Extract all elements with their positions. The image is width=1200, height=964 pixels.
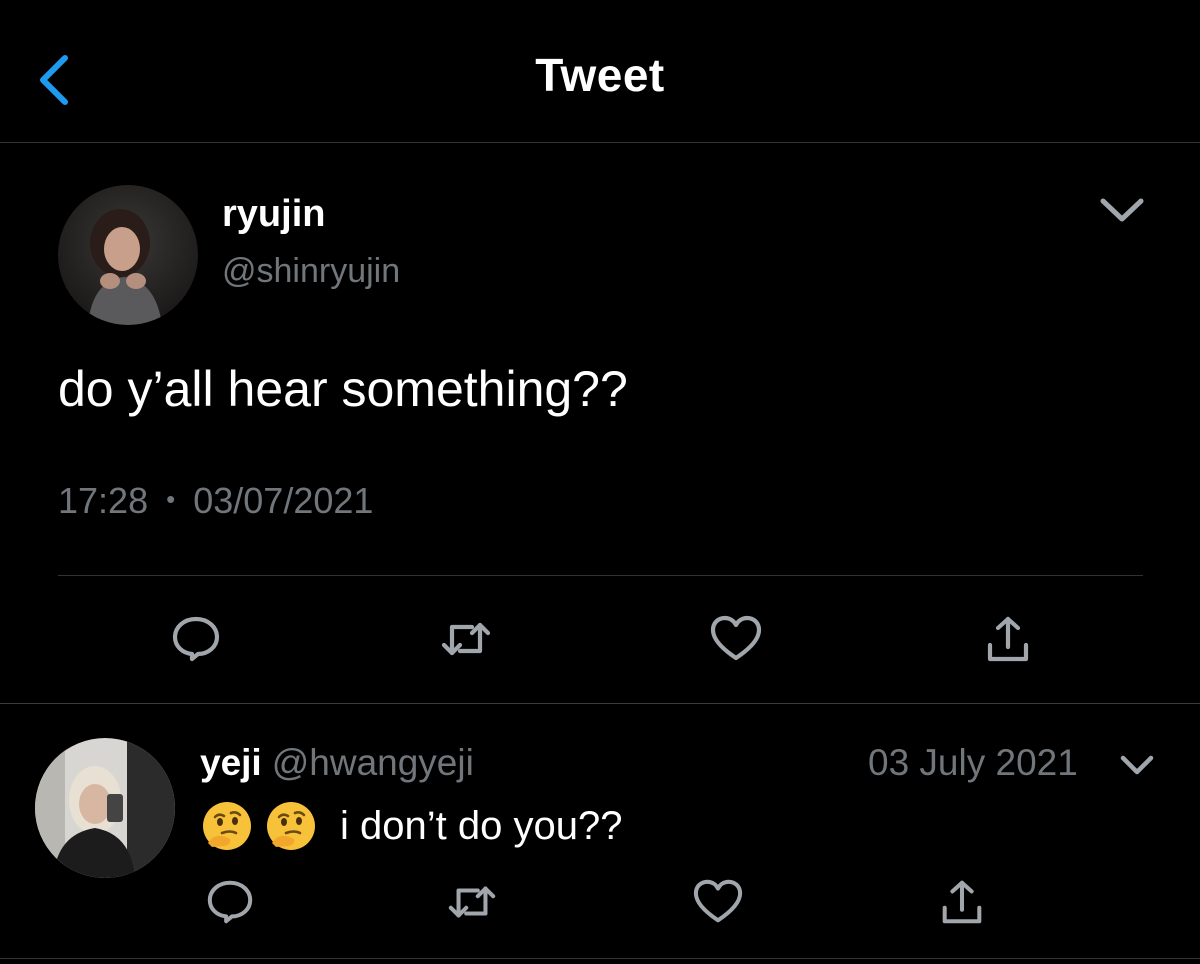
heart-icon — [693, 879, 743, 923]
retweet-button[interactable] — [434, 607, 498, 671]
tweet-menu-button[interactable] — [1094, 190, 1150, 230]
thinking-face-emoji — [203, 802, 251, 850]
comment-icon — [172, 616, 220, 662]
share-icon — [987, 616, 1029, 662]
profile-photo — [58, 185, 198, 325]
divider — [0, 958, 1200, 959]
avatar[interactable] — [58, 185, 198, 325]
reply-button[interactable] — [164, 607, 228, 671]
reply-author[interactable]: yeji @hwangyeji — [200, 742, 474, 784]
tweet-text: do y’all hear something?? — [58, 361, 628, 417]
chevron-down-icon — [1100, 198, 1144, 222]
reply-body: i don’t do you?? — [340, 803, 623, 848]
profile-photo — [35, 738, 175, 878]
chevron-down-icon — [1120, 755, 1154, 775]
author-name[interactable]: ryujin — [222, 193, 325, 236]
retweet-icon — [448, 886, 496, 918]
share-button[interactable] — [930, 870, 994, 934]
tweet-timestamp: 17:28 • 03/07/2021 — [58, 480, 373, 522]
reply-author-handle[interactable]: @hwangyeji — [272, 742, 474, 783]
reply-date: 03 July 2021 — [868, 742, 1078, 783]
reply-text: i don’t do you?? — [200, 798, 622, 854]
share-icon — [942, 880, 982, 924]
section-divider — [0, 703, 1200, 704]
share-button[interactable] — [976, 607, 1040, 671]
reply-menu-button[interactable] — [1115, 748, 1159, 782]
like-button[interactable] — [704, 607, 768, 671]
heart-icon — [710, 615, 762, 661]
retweet-icon — [441, 622, 491, 656]
author-handle[interactable]: @shinryujin — [222, 252, 400, 291]
reply-author-name[interactable]: yeji — [200, 742, 262, 783]
tweet-date[interactable]: 03/07/2021 — [193, 480, 373, 521]
comment-icon — [207, 880, 253, 924]
tweet-time: 17:28 — [58, 480, 149, 521]
retweet-button[interactable] — [440, 870, 504, 934]
divider — [58, 575, 1143, 576]
reply-button[interactable] — [198, 870, 262, 934]
avatar[interactable] — [35, 738, 175, 878]
like-button[interactable] — [686, 870, 750, 934]
thinking-face-emoji — [267, 802, 315, 850]
page-title: Tweet — [535, 49, 665, 101]
meta-separator: • — [166, 484, 176, 514]
